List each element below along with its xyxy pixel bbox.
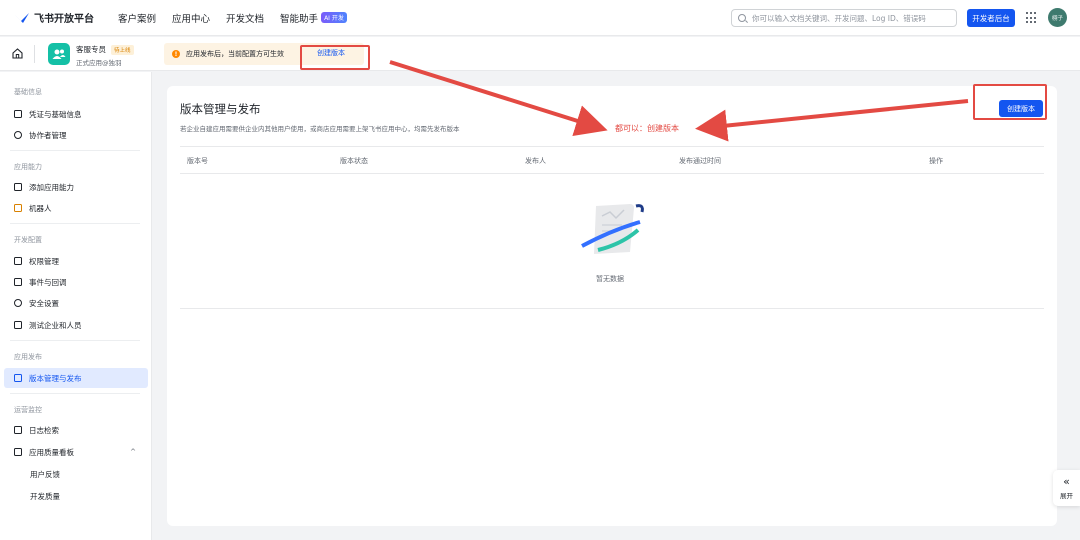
publish-icon bbox=[14, 374, 22, 382]
divider bbox=[180, 308, 1044, 309]
sidebar-item-label: 机器人 bbox=[29, 203, 52, 213]
search-box[interactable] bbox=[731, 9, 957, 27]
sidebar-item-security[interactable]: 安全设置 bbox=[4, 293, 148, 313]
empty-state-text: 暂无数据 bbox=[596, 275, 624, 283]
chevron-up-icon: ^ bbox=[130, 448, 136, 456]
credential-icon bbox=[14, 110, 22, 118]
logo-text: 飞书开放平台 bbox=[34, 14, 94, 25]
user-icon bbox=[14, 131, 22, 139]
divider bbox=[10, 340, 140, 341]
avatar[interactable]: 栩子 bbox=[1048, 8, 1067, 27]
divider bbox=[34, 45, 35, 63]
notice-text: 应用发布后，当前配置方可生效 bbox=[186, 50, 284, 58]
nav-assistant-label: 智能助手 bbox=[280, 13, 319, 25]
feishu-logo-icon bbox=[14, 12, 30, 24]
app-name: 客服专员 bbox=[76, 45, 106, 54]
page-description: 若企业自建应用需要供企业内其他用户使用，或商店应用需要上架飞书应用中心，均需先发… bbox=[180, 125, 460, 133]
sidebar-item-collaborators[interactable]: 协作者管理 bbox=[4, 125, 148, 145]
shield-icon bbox=[14, 299, 22, 307]
divider bbox=[10, 150, 140, 151]
app-header: 客服专员 待上线 正式应用@独羽 ! 应用发布后，当前配置方可生效 创建版本 bbox=[0, 37, 1080, 71]
sidebar-item-quality-board[interactable]: 应用质量看板 ^ bbox=[4, 442, 148, 462]
search-input[interactable] bbox=[752, 13, 942, 23]
sidebar-item-events[interactable]: 事件与回调 bbox=[4, 272, 148, 292]
sidebar-item-label: 安全设置 bbox=[29, 298, 59, 308]
status-badge: 待上线 bbox=[111, 45, 134, 55]
sidebar-item-test-users[interactable]: 测试企业和人员 bbox=[4, 315, 148, 335]
bot-icon bbox=[14, 204, 22, 212]
sidebar-group-dev-config: 开发配置 bbox=[14, 236, 42, 244]
sidebar: 基础信息 凭证与基础信息 协作者管理 应用能力 添加应用能力 机器人 开发配置 … bbox=[0, 72, 152, 540]
sidebar-item-version-management[interactable]: 版本管理与发布 bbox=[4, 368, 148, 388]
annotation-text: 都可以：创建版本 bbox=[615, 124, 679, 133]
chart-icon bbox=[14, 448, 22, 456]
expand-label: 展开 bbox=[1060, 492, 1073, 500]
col-status: 版本状态 bbox=[340, 157, 368, 165]
sidebar-item-label: 协作者管理 bbox=[29, 130, 67, 140]
home-icon[interactable] bbox=[12, 48, 23, 59]
sidebar-item-label: 权限管理 bbox=[29, 256, 59, 266]
expand-panel-button[interactable]: « 展开 bbox=[1053, 470, 1080, 506]
sidebar-item-permissions[interactable]: 权限管理 bbox=[4, 251, 148, 271]
app-subtitle: 正式应用@独羽 bbox=[76, 59, 122, 67]
col-version: 版本号 bbox=[187, 157, 208, 165]
col-publish-time: 发布通过时间 bbox=[679, 157, 721, 165]
nav-assistant[interactable]: 智能助手 AI 开发 bbox=[280, 11, 347, 25]
main-nav: 客户案例 应用中心 开发文档 智能助手 AI 开发 bbox=[118, 11, 363, 25]
col-publisher: 发布人 bbox=[525, 157, 546, 165]
highlight-box-create-button bbox=[973, 84, 1047, 120]
highlight-box-notice-link bbox=[300, 45, 370, 70]
table-header: 版本号 版本状态 发布人 发布通过时间 操作 bbox=[180, 146, 1044, 174]
test-icon bbox=[14, 321, 22, 329]
warning-icon: ! bbox=[172, 50, 180, 58]
double-chevron-left-icon: « bbox=[1063, 475, 1070, 488]
sidebar-item-label: 凭证与基础信息 bbox=[29, 109, 82, 119]
sidebar-group-basic: 基础信息 bbox=[14, 88, 42, 96]
sidebar-item-label: 日志检索 bbox=[29, 425, 59, 435]
sidebar-subitem-dev-quality[interactable]: 开发质量 bbox=[30, 491, 60, 502]
sidebar-item-log-search[interactable]: 日志检索 bbox=[4, 420, 148, 440]
page-title: 版本管理与发布 bbox=[180, 102, 261, 116]
sidebar-item-add-capability[interactable]: 添加应用能力 bbox=[4, 177, 148, 197]
app-grid-icon[interactable] bbox=[1026, 12, 1038, 24]
ai-badge: AI 开发 bbox=[321, 12, 347, 23]
logo[interactable]: 飞书开放平台 bbox=[14, 10, 94, 25]
add-capability-icon bbox=[14, 183, 22, 191]
divider bbox=[10, 393, 140, 394]
app-icon bbox=[48, 43, 70, 65]
sidebar-item-label: 事件与回调 bbox=[29, 277, 67, 287]
divider bbox=[10, 223, 140, 224]
sidebar-item-bot[interactable]: 机器人 bbox=[4, 198, 148, 218]
log-icon bbox=[14, 426, 22, 434]
sidebar-item-credentials[interactable]: 凭证与基础信息 bbox=[4, 104, 148, 124]
nav-dev-docs[interactable]: 开发文档 bbox=[226, 11, 264, 25]
search-icon bbox=[738, 14, 746, 22]
dev-console-button[interactable]: 开发者后台 bbox=[967, 9, 1015, 27]
top-nav-bar: 飞书开放平台 客户案例 应用中心 开发文档 智能助手AI 开发 开发者后台 栩子 bbox=[0, 0, 1080, 36]
sidebar-item-label: 应用质量看板 bbox=[29, 447, 74, 457]
col-actions: 操作 bbox=[929, 157, 943, 165]
sidebar-item-label: 版本管理与发布 bbox=[29, 373, 82, 383]
sidebar-group-capability: 应用能力 bbox=[14, 163, 42, 171]
nav-app-center[interactable]: 应用中心 bbox=[172, 11, 210, 25]
permission-icon bbox=[14, 257, 22, 265]
sidebar-group-publish: 应用发布 bbox=[14, 353, 42, 361]
sidebar-subitem-user-feedback[interactable]: 用户反馈 bbox=[30, 469, 60, 480]
sidebar-group-monitoring: 运营监控 bbox=[14, 406, 42, 414]
event-icon bbox=[14, 278, 22, 286]
sidebar-item-label: 测试企业和人员 bbox=[29, 320, 82, 330]
nav-customer-cases[interactable]: 客户案例 bbox=[118, 11, 156, 25]
empty-state-illustration-icon bbox=[578, 200, 646, 262]
sidebar-item-label: 添加应用能力 bbox=[29, 182, 74, 192]
